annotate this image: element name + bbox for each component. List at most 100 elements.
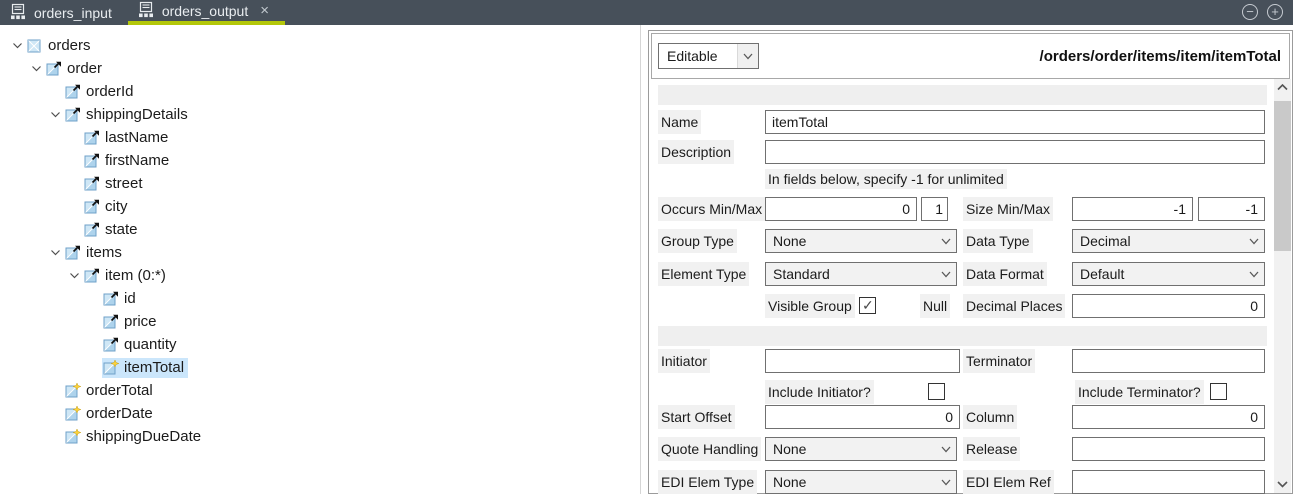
size-max-input[interactable] xyxy=(1198,197,1265,221)
tree-item-label: item (0:*) xyxy=(105,266,170,286)
occurs-max-input[interactable] xyxy=(921,197,948,221)
tree-twisty-spacer xyxy=(65,223,83,237)
tree-item-label: quantity xyxy=(124,335,181,355)
tree-collapse-icon[interactable] xyxy=(27,62,45,76)
scrollbar-thumb[interactable] xyxy=(1274,101,1291,251)
tree-item-label: order xyxy=(67,59,106,79)
description-label: Description xyxy=(658,140,734,164)
decimal-places-input[interactable] xyxy=(1072,294,1265,318)
start-offset-input[interactable] xyxy=(765,405,960,429)
vertical-scrollbar[interactable] xyxy=(1274,79,1291,493)
tree-collapse-icon[interactable] xyxy=(46,246,64,260)
tree-twisty-spacer xyxy=(46,430,64,444)
include-initiator-checkbox[interactable] xyxy=(928,383,945,400)
occurs-min-input[interactable] xyxy=(765,197,917,221)
tree-item-item-0-[interactable]: item (0:*) xyxy=(0,264,640,287)
collapse-all-button[interactable]: − xyxy=(1242,4,1258,20)
schema-node-icon xyxy=(65,84,81,99)
column-input[interactable] xyxy=(1072,405,1265,429)
tree-item-orderid[interactable]: orderId xyxy=(0,80,640,103)
tab-orders-input[interactable]: orders_input xyxy=(0,0,128,25)
tree-twisty-spacer xyxy=(46,384,64,398)
tree-item-quantity[interactable]: quantity xyxy=(0,333,640,356)
edi-elem-type-select[interactable]: None xyxy=(765,470,957,494)
tree-item-orderdate[interactable]: orderDate xyxy=(0,402,640,425)
chevron-down-icon xyxy=(737,44,758,68)
tree-item-street[interactable]: street xyxy=(0,172,640,195)
tree-item-orders[interactable]: orders xyxy=(0,34,640,57)
tree-item-ordertotal[interactable]: orderTotal xyxy=(0,379,640,402)
schema-tree: orders orderorderIdshippingDetails lastNam… xyxy=(0,34,640,448)
scroll-up-icon[interactable] xyxy=(1274,79,1291,96)
tree-item-city[interactable]: city xyxy=(0,195,640,218)
chevron-down-icon xyxy=(936,271,956,278)
tree-item-price[interactable]: price xyxy=(0,310,640,333)
include-terminator-checkbox[interactable] xyxy=(1210,383,1227,400)
release-input[interactable] xyxy=(1072,437,1265,461)
include-initiator-label: Include Initiator? xyxy=(765,380,874,404)
schema-node-icon xyxy=(65,245,81,260)
properties-form: Name Description In fields below, specif… xyxy=(650,79,1274,493)
data-type-label: Data Type xyxy=(963,229,1033,253)
tree-item-itemtotal[interactable]: itemTotal xyxy=(0,356,640,379)
initiator-input[interactable] xyxy=(765,349,960,373)
tree-item-label: shippingDetails xyxy=(86,105,192,125)
schema-node-icon xyxy=(103,314,119,329)
schema-node-new-icon xyxy=(65,406,81,421)
schema-node-icon xyxy=(84,130,100,145)
tab-label: orders_output xyxy=(162,3,248,19)
expand-all-button[interactable]: + xyxy=(1267,4,1283,20)
name-label: Name xyxy=(658,110,701,134)
tree-twisty-spacer xyxy=(84,292,102,306)
visible-group-label: Visible Group xyxy=(765,294,855,318)
tree-item-label: lastName xyxy=(105,128,172,148)
schema-node-icon xyxy=(46,61,62,76)
data-format-select[interactable]: Default xyxy=(1072,262,1265,286)
tree-item-order[interactable]: order xyxy=(0,57,640,80)
tree-collapse-icon[interactable] xyxy=(46,108,64,122)
schema-node-icon xyxy=(84,176,100,191)
tree-item-label: orders xyxy=(48,36,95,56)
tree-item-firstname[interactable]: firstName xyxy=(0,149,640,172)
schema-node-icon xyxy=(103,291,119,306)
edi-elem-ref-input[interactable] xyxy=(1072,470,1265,494)
quote-handling-select[interactable]: None xyxy=(765,437,957,461)
tree-item-items[interactable]: items xyxy=(0,241,640,264)
visible-group-checkbox[interactable] xyxy=(859,297,876,314)
edit-mode-value: Editable xyxy=(659,48,737,64)
tab-orders-output[interactable]: orders_output × xyxy=(128,0,285,25)
element-type-label: Element Type xyxy=(658,262,749,286)
tree-item-state[interactable]: state xyxy=(0,218,640,241)
tree-item-shippingdetails[interactable]: shippingDetails xyxy=(0,103,640,126)
tree-twisty-spacer xyxy=(65,200,83,214)
edit-mode-select[interactable]: Editable xyxy=(658,43,759,69)
schema-node-icon xyxy=(84,199,100,214)
name-input[interactable] xyxy=(765,110,1265,134)
tree-item-lastname[interactable]: lastName xyxy=(0,126,640,149)
size-min-input[interactable] xyxy=(1072,197,1193,221)
quote-handling-label: Quote Handling xyxy=(658,437,761,461)
schema-node-icon xyxy=(65,107,81,122)
tree-item-label: id xyxy=(124,289,140,309)
tree-item-label: itemTotal xyxy=(124,358,188,378)
properties-panel: Editable /orders/order/items/item/itemTo… xyxy=(648,30,1293,494)
scroll-down-icon[interactable] xyxy=(1274,476,1291,493)
tree-item-shippingduedate[interactable]: shippingDueDate xyxy=(0,425,640,448)
tree-twisty-spacer xyxy=(65,131,83,145)
edi-elem-ref-label: EDI Elem Ref xyxy=(963,470,1054,494)
data-type-select[interactable]: Decimal xyxy=(1072,229,1265,253)
tree-collapse-icon[interactable] xyxy=(65,269,83,283)
group-type-select[interactable]: None xyxy=(765,229,957,253)
close-tab-icon[interactable]: × xyxy=(260,2,269,19)
null-label: Null xyxy=(920,294,950,318)
tree-collapse-icon[interactable] xyxy=(8,39,26,53)
decimal-places-label: Decimal Places xyxy=(963,294,1065,318)
description-input[interactable] xyxy=(765,140,1265,164)
tree-item-label: street xyxy=(105,174,147,194)
terminator-input[interactable] xyxy=(1072,349,1265,373)
tree-item-label: state xyxy=(105,220,142,240)
schema-node-icon xyxy=(84,153,100,168)
tree-item-id[interactable]: id xyxy=(0,287,640,310)
element-type-select[interactable]: Standard xyxy=(765,262,957,286)
tree-twisty-spacer xyxy=(84,361,102,375)
